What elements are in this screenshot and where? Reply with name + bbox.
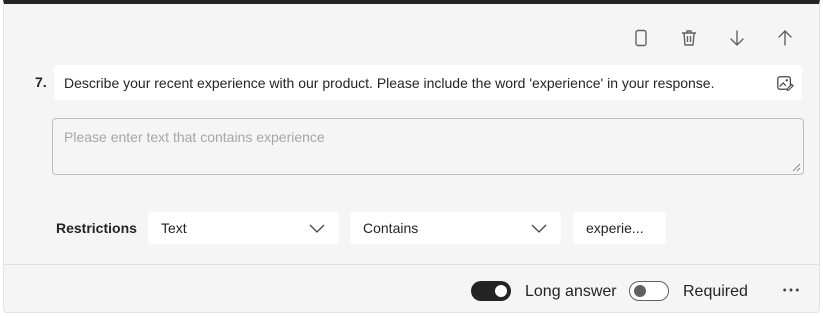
move-up-icon <box>778 30 792 46</box>
more-options-icon <box>783 288 799 292</box>
required-label: Required <box>683 283 748 300</box>
answer-input[interactable]: Please enter text that contains experien… <box>52 118 804 175</box>
insert-image-icon <box>777 76 794 91</box>
chevron-down-icon <box>531 224 547 233</box>
more-options-button[interactable] <box>776 278 806 302</box>
question-card[interactable]: 7. Describe your recent experience with … <box>3 0 820 313</box>
question-title-field[interactable]: Describe your recent experience with our… <box>54 65 802 100</box>
move-up-button[interactable] <box>771 24 799 52</box>
long-answer-label: Long answer <box>525 283 617 300</box>
restriction-condition-value: Contains <box>363 220 419 236</box>
toggle-knob <box>495 285 507 297</box>
restrictions-label: Restrictions <box>56 220 137 236</box>
question-number: 7. <box>35 74 47 90</box>
question-text: Describe your recent experience with our… <box>64 74 715 91</box>
restriction-type-value: Text <box>161 220 187 236</box>
required-toggle[interactable] <box>629 281 669 301</box>
toggle-knob <box>634 285 646 297</box>
chevron-down-icon <box>309 224 325 233</box>
answer-placeholder: Please enter text that contains experien… <box>64 129 325 145</box>
restriction-condition-dropdown[interactable]: Contains <box>350 212 561 244</box>
restriction-keyword-value: experie... <box>586 220 644 236</box>
delete-button[interactable] <box>675 24 703 52</box>
insert-image-button[interactable] <box>774 72 796 94</box>
copy-button[interactable] <box>627 24 655 52</box>
footer-divider <box>4 264 819 265</box>
long-answer-toggle[interactable] <box>471 281 511 301</box>
restriction-type-dropdown[interactable]: Text <box>148 212 339 244</box>
resize-grip-icon[interactable] <box>792 163 801 172</box>
delete-icon <box>682 30 696 46</box>
copy-icon <box>631 28 647 47</box>
move-down-icon <box>730 30 744 46</box>
move-down-button[interactable] <box>723 24 751 52</box>
restriction-keyword-field[interactable]: experie... <box>573 212 666 244</box>
